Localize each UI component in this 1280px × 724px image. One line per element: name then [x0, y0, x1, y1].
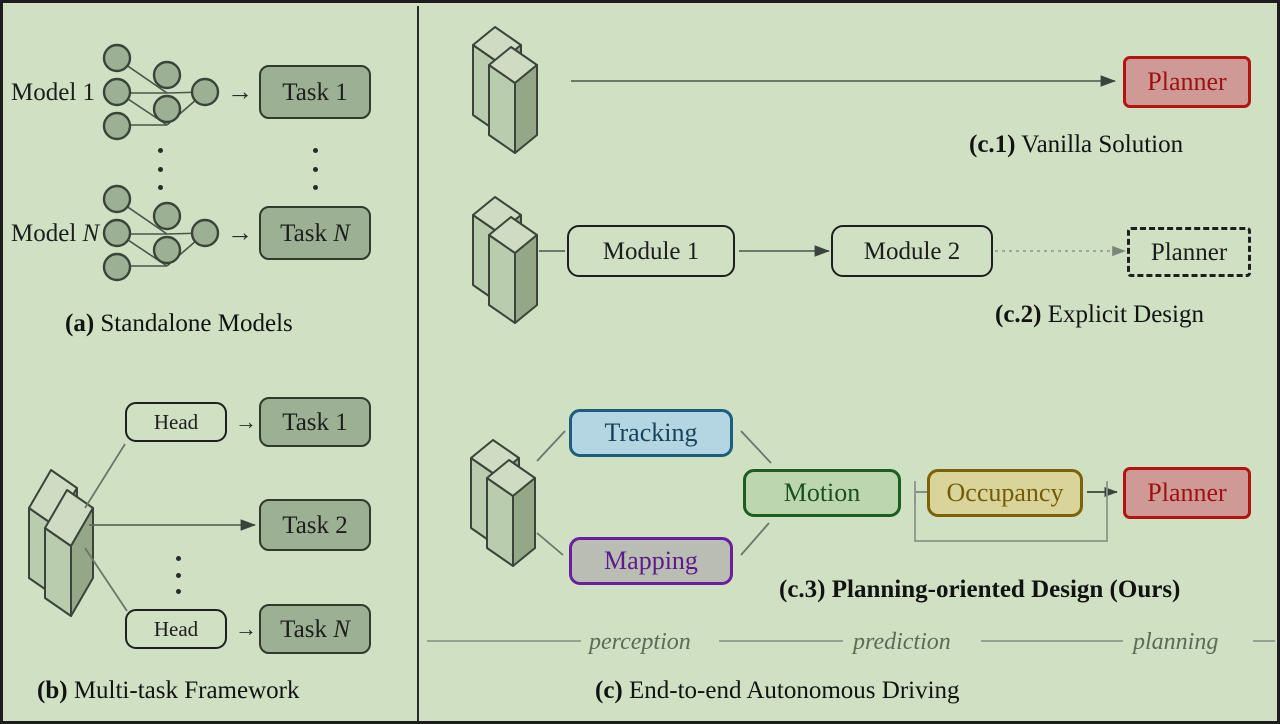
module-2-box[interactable]: Module 2	[831, 225, 993, 277]
occupancy-label: Occupancy	[946, 478, 1064, 507]
network-nodes-model-n	[102, 184, 220, 282]
task-box-1[interactable]: Task 1	[259, 65, 371, 119]
caption-c3-text: Planning-oriented Design (Ours)	[825, 576, 1181, 603]
caption-c1-text: Vanilla Solution	[1015, 131, 1184, 158]
network-nodes-model-1	[102, 43, 220, 141]
motion-box[interactable]: Motion	[743, 469, 901, 517]
task-box-b-1[interactable]: Task 1	[259, 397, 371, 447]
caption-panel-c: (c) End-to-end Autonomous Driving	[595, 677, 960, 705]
tracking-label: Tracking	[604, 418, 698, 447]
planner-box-c2-label: Planner	[1150, 238, 1228, 266]
caption-panel-b-text: Multi-task Framework	[67, 677, 300, 704]
occupancy-box[interactable]: Occupancy	[927, 469, 1083, 517]
caption-c3-prefix: (c.3)	[779, 576, 826, 603]
task-box-1-label: Task 1	[282, 78, 348, 106]
task-box-b-n-label: Task N	[280, 615, 350, 643]
network-graph-model-n	[118, 200, 206, 267]
mapping-label: Mapping	[604, 546, 698, 575]
model-n-arrow-icon: →	[227, 218, 253, 247]
caption-c1-prefix: (c.1)	[969, 131, 1016, 158]
planner-box-c3-label: Planner	[1147, 478, 1227, 507]
panel-divider	[417, 6, 419, 721]
backbone-slabs-icon-c1	[472, 26, 538, 154]
model-1-label: Model 1	[11, 79, 96, 106]
head-n-arrow-icon: →	[235, 616, 257, 641]
caption-panel-c-text: End-to-end Autonomous Driving	[622, 677, 960, 704]
head-box-n-label: Head	[153, 616, 199, 641]
head-box-1[interactable]: Head	[125, 402, 227, 442]
stage-label-planning: planning	[1133, 629, 1219, 655]
planner-box-c2[interactable]: Planner	[1127, 227, 1251, 277]
caption-c3: (c.3) Planning-oriented Design (Ours)	[779, 576, 1180, 604]
module-1-label: Module 1	[602, 237, 700, 265]
mapping-box[interactable]: Mapping	[569, 537, 733, 585]
task-box-b-2[interactable]: Task 2	[259, 499, 371, 551]
caption-panel-c-prefix: (c)	[595, 677, 623, 704]
head-box-n[interactable]: Head	[125, 609, 227, 649]
task-box-b-2-label: Task 2	[282, 511, 348, 539]
caption-panel-b-prefix: (b)	[37, 677, 68, 704]
tracking-box[interactable]: Tracking	[569, 409, 733, 457]
backbone-slabs-icon-c2	[472, 196, 538, 324]
head-box-1-label: Head	[153, 409, 199, 434]
module-2-label: Module 2	[863, 237, 961, 265]
stage-label-perception: perception	[589, 629, 691, 655]
caption-panel-b: (b) Multi-task Framework	[37, 677, 299, 705]
task-box-b-n[interactable]: Task N	[259, 604, 371, 654]
caption-c2-text: Explicit Design	[1041, 301, 1204, 328]
figure-root: Model 1 → Task 1 Model N → Task N (a) St…	[0, 0, 1280, 724]
planner-box-c3[interactable]: Planner	[1123, 467, 1251, 519]
caption-panel-a-text: Standalone Models	[94, 310, 293, 337]
caption-panel-a-prefix: (a)	[65, 310, 95, 337]
task-box-n[interactable]: Task N	[259, 206, 371, 260]
caption-c1: (c.1) Vanilla Solution	[969, 131, 1183, 159]
head-1-arrow-icon: →	[235, 409, 257, 434]
vertical-ellipsis-tasks	[312, 148, 318, 190]
backbone-slabs-icon-c3	[470, 439, 536, 567]
module-1-box[interactable]: Module 1	[567, 225, 735, 277]
vertical-ellipsis-networks	[157, 148, 163, 190]
motion-label: Motion	[783, 478, 861, 507]
planner-box-c1[interactable]: Planner	[1123, 56, 1251, 108]
stage-label-prediction: prediction	[853, 629, 951, 655]
network-graph-model-1	[118, 59, 206, 126]
caption-c2-prefix: (c.2)	[995, 301, 1042, 328]
vertical-ellipsis-heads	[175, 556, 181, 594]
backbone-to-branch-lines-b	[84, 443, 128, 612]
planner-box-c1-label: Planner	[1147, 67, 1227, 96]
model-n-label: Model N	[11, 220, 100, 247]
backbone-slabs-icon-b	[28, 469, 94, 617]
task-box-b-1-label: Task 1	[282, 408, 348, 436]
caption-panel-a: (a) Standalone Models	[65, 310, 293, 338]
task-box-n-label: Task N	[280, 219, 350, 247]
caption-c2: (c.2) Explicit Design	[995, 301, 1204, 329]
model-1-arrow-icon: →	[227, 77, 253, 106]
